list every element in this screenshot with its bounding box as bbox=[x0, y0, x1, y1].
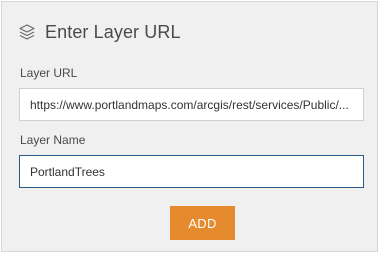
layer-url-label: Layer URL bbox=[20, 66, 78, 80]
layers-icon bbox=[18, 23, 36, 41]
panel-header: Enter Layer URL bbox=[18, 20, 181, 44]
layer-url-input[interactable] bbox=[19, 88, 364, 121]
layer-name-label: Layer Name bbox=[20, 133, 86, 147]
panel-title: Enter Layer URL bbox=[45, 21, 181, 42]
add-layer-panel: Enter Layer URL Layer URL Layer Name ADD bbox=[1, 1, 378, 252]
layer-name-input[interactable] bbox=[19, 155, 364, 188]
add-button[interactable]: ADD bbox=[170, 206, 235, 240]
